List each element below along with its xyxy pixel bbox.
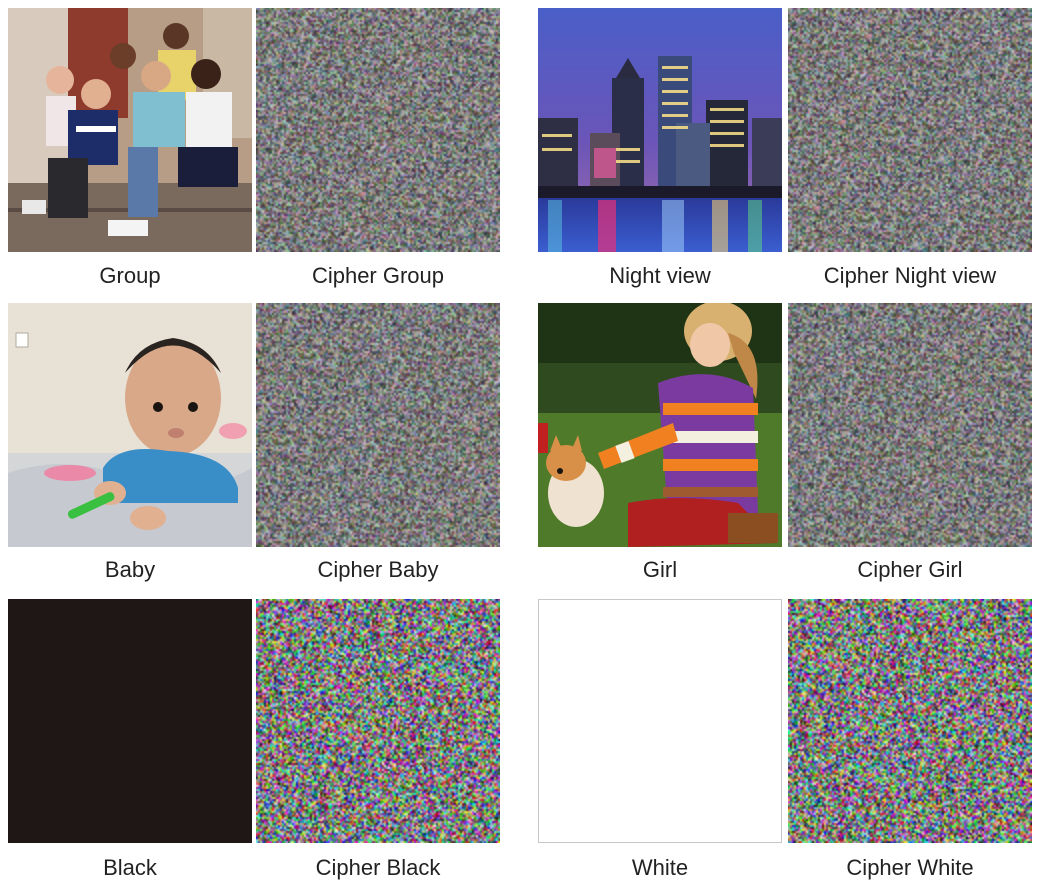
- caption-group: Group: [99, 263, 161, 288]
- noise-canvas: [788, 599, 1032, 843]
- cipher-girl-image: [788, 303, 1032, 547]
- cipher-black-image: [256, 599, 500, 843]
- white-image: [538, 599, 782, 843]
- cipher-group-image: [256, 8, 500, 252]
- girl-photo: [538, 303, 782, 547]
- noise-canvas: [256, 8, 500, 252]
- caption-cipher-group: Cipher Group: [311, 263, 445, 288]
- night-view-photo: [538, 8, 782, 252]
- caption-baby: Baby: [104, 557, 156, 582]
- baby-photo: [8, 303, 252, 547]
- caption-cipher-baby: Cipher Baby: [317, 557, 439, 582]
- white-fill: [538, 599, 782, 843]
- noise-canvas: [788, 303, 1032, 547]
- caption-girl: Girl: [642, 557, 678, 582]
- noise-canvas: [256, 599, 500, 843]
- cipher-night-view-image: [788, 8, 1032, 252]
- caption-cipher-white: Cipher White: [846, 855, 974, 880]
- caption-cipher-night-view: Cipher Night view: [823, 263, 997, 288]
- black-image: [8, 599, 252, 843]
- noise-canvas: [788, 8, 1032, 252]
- caption-white: White: [631, 855, 689, 880]
- caption-cipher-black: Cipher Black: [315, 855, 441, 880]
- cipher-white-image: [788, 599, 1032, 843]
- caption-black: Black: [103, 855, 157, 880]
- noise-canvas: [256, 303, 500, 547]
- caption-cipher-girl: Cipher Girl: [857, 557, 963, 582]
- black-fill: [8, 599, 252, 843]
- caption-night-view: Night view: [609, 263, 711, 288]
- group-photo: [8, 8, 252, 252]
- cipher-baby-image: [256, 303, 500, 547]
